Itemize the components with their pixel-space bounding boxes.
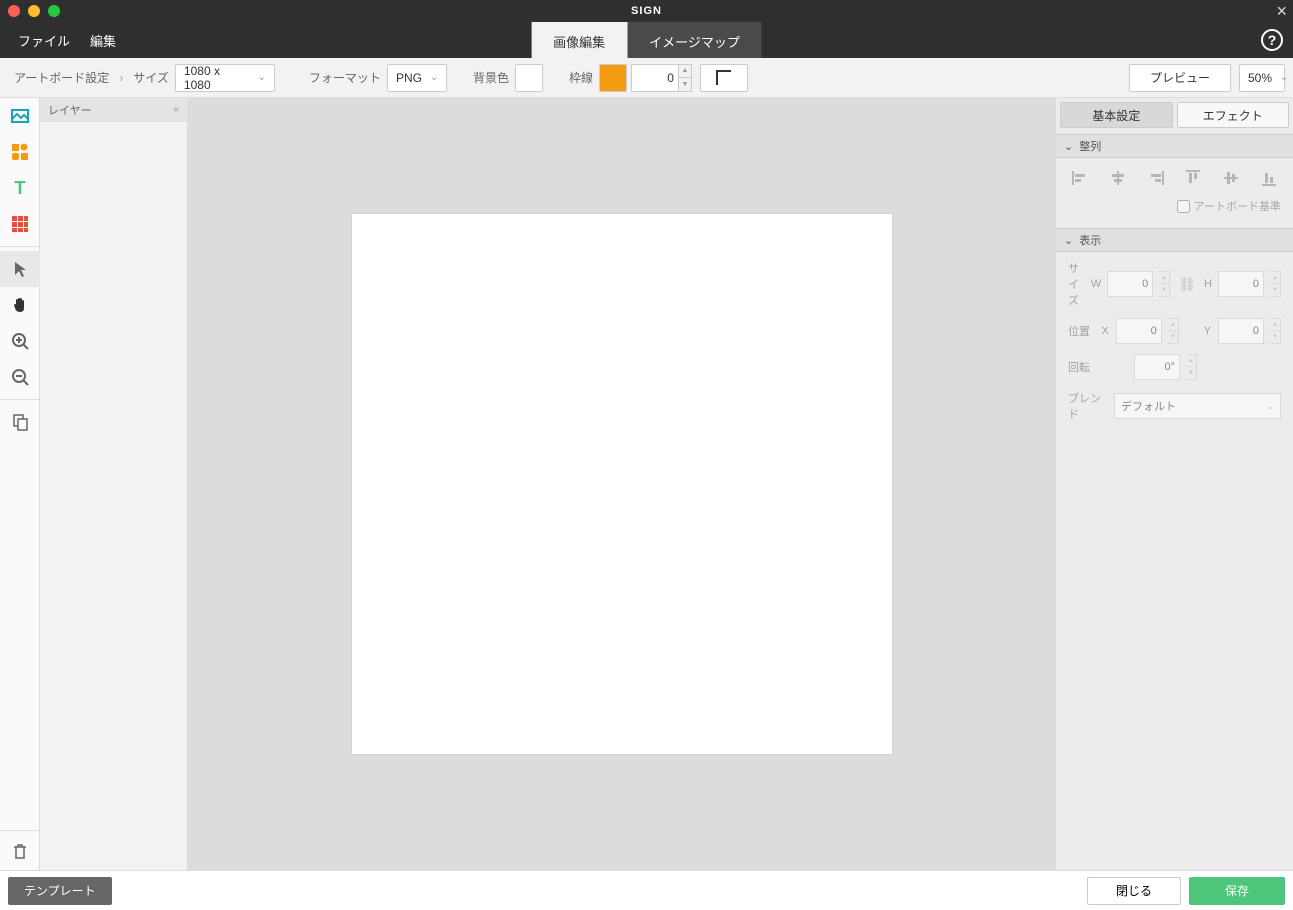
- format-label: フォーマット: [303, 69, 387, 86]
- help-icon[interactable]: ?: [1261, 29, 1283, 51]
- main-area: T レイヤー « 基本設定 エフェクト ⌄整列: [0, 98, 1293, 870]
- blend-dropdown[interactable]: デフォルト: [1114, 393, 1281, 419]
- menu-file[interactable]: ファイル: [8, 31, 80, 50]
- canvas-area[interactable]: [188, 98, 1055, 870]
- zoom-out-tool[interactable]: [0, 359, 40, 395]
- zoom-dropdown[interactable]: 50%: [1239, 64, 1285, 92]
- x-input[interactable]: [1116, 318, 1162, 344]
- bg-color-swatch[interactable]: [515, 64, 543, 92]
- trash-button[interactable]: [0, 830, 40, 870]
- rotation-prop-label: 回転: [1068, 359, 1108, 375]
- align-left-icon[interactable]: [1068, 166, 1092, 190]
- section-align-header[interactable]: ⌄整列: [1056, 134, 1293, 158]
- pan-tool[interactable]: [0, 287, 40, 323]
- layer-panel-header: レイヤー «: [40, 98, 187, 122]
- close-button[interactable]: 閉じる: [1087, 877, 1181, 905]
- height-input[interactable]: [1218, 271, 1264, 297]
- h-label: H: [1204, 278, 1212, 290]
- height-stepper[interactable]: ▲▼: [1270, 271, 1281, 297]
- text-tool[interactable]: T: [0, 170, 40, 206]
- footer: テンプレート 閉じる 保存: [0, 870, 1293, 910]
- border-color-swatch[interactable]: [599, 64, 627, 92]
- properties-panel: 基本設定 エフェクト ⌄整列 アートボード基準 ⌄表示 サイズ W: [1055, 98, 1293, 870]
- artboard[interactable]: [352, 214, 892, 754]
- template-button[interactable]: テンプレート: [8, 877, 112, 905]
- rotation-input[interactable]: [1134, 354, 1180, 380]
- tab-image-map[interactable]: イメージマップ: [627, 22, 762, 58]
- artboard-ref-input[interactable]: [1177, 200, 1190, 213]
- preview-button[interactable]: プレビュー: [1129, 64, 1231, 92]
- chevron-right-icon: ›: [115, 71, 127, 85]
- rotation-stepper[interactable]: ▲▼: [1186, 354, 1197, 380]
- svg-text:T: T: [15, 178, 26, 198]
- align-center-v-icon[interactable]: [1219, 166, 1243, 190]
- collapse-icon[interactable]: «: [173, 104, 179, 115]
- format-dropdown[interactable]: PNG: [387, 64, 447, 92]
- titlebar: SIGN ×: [0, 0, 1293, 22]
- artboard-settings-label: アートボード設定: [8, 69, 115, 86]
- app-title: SIGN: [631, 5, 662, 17]
- align-right-icon[interactable]: [1144, 166, 1168, 190]
- x-label: X: [1101, 325, 1110, 337]
- border-width-input[interactable]: [631, 64, 679, 92]
- size-label: サイズ: [127, 69, 175, 86]
- border-style-selector[interactable]: [700, 64, 748, 92]
- close-icon[interactable]: ×: [1276, 2, 1287, 20]
- window-close-button[interactable]: [8, 5, 20, 17]
- link-icon[interactable]: ⛓: [1176, 276, 1198, 293]
- tab-image-edit[interactable]: 画像編集: [531, 22, 627, 58]
- save-button[interactable]: 保存: [1189, 877, 1285, 905]
- blend-prop-label: ブレンド: [1068, 390, 1108, 422]
- image-tool[interactable]: [0, 98, 40, 134]
- window-minimize-button[interactable]: [28, 5, 40, 17]
- width-input[interactable]: [1107, 271, 1153, 297]
- size-prop-label: サイズ: [1068, 260, 1085, 308]
- layer-panel: レイヤー «: [40, 98, 188, 870]
- y-input[interactable]: [1218, 318, 1264, 344]
- window-maximize-button[interactable]: [48, 5, 60, 17]
- copy-tool[interactable]: [0, 404, 40, 440]
- zoom-in-tool[interactable]: [0, 323, 40, 359]
- layer-header-label: レイヤー: [48, 102, 92, 118]
- y-label: Y: [1203, 325, 1212, 337]
- bg-color-label: 背景色: [467, 69, 515, 86]
- align-center-h-icon[interactable]: [1106, 166, 1130, 190]
- props-tab-basic[interactable]: 基本設定: [1060, 102, 1173, 128]
- select-tool[interactable]: [0, 251, 40, 287]
- mode-tabs: 画像編集 イメージマップ: [531, 22, 762, 58]
- size-dropdown[interactable]: 1080 x 1080: [175, 64, 275, 92]
- props-tab-effect[interactable]: エフェクト: [1177, 102, 1290, 128]
- align-bottom-icon[interactable]: [1257, 166, 1281, 190]
- chevron-down-icon: ⌄: [1064, 234, 1073, 247]
- align-top-icon[interactable]: [1181, 166, 1205, 190]
- chevron-down-icon: ⌄: [1064, 140, 1073, 153]
- width-stepper[interactable]: ▲▼: [1159, 271, 1170, 297]
- artboard-reference-checkbox[interactable]: アートボード基準: [1068, 198, 1281, 214]
- menu-edit[interactable]: 編集: [80, 31, 126, 50]
- y-stepper[interactable]: ▲▼: [1270, 318, 1281, 344]
- artboard-toolbar: アートボード設定 › サイズ 1080 x 1080 フォーマット PNG 背景…: [0, 58, 1293, 98]
- menubar: ファイル 編集 画像編集 イメージマップ ?: [0, 22, 1293, 58]
- x-stepper[interactable]: ▲▼: [1168, 318, 1179, 344]
- border-label: 枠線: [563, 69, 599, 86]
- border-width-stepper[interactable]: ▲▼: [679, 64, 692, 92]
- window-controls: [8, 5, 60, 17]
- w-label: W: [1091, 278, 1101, 290]
- grid-tool[interactable]: [0, 206, 40, 242]
- align-controls: [1068, 166, 1281, 190]
- shapes-tool[interactable]: [0, 134, 40, 170]
- tool-sidebar: T: [0, 98, 40, 870]
- position-prop-label: 位置: [1068, 323, 1095, 339]
- section-display-header[interactable]: ⌄表示: [1056, 228, 1293, 252]
